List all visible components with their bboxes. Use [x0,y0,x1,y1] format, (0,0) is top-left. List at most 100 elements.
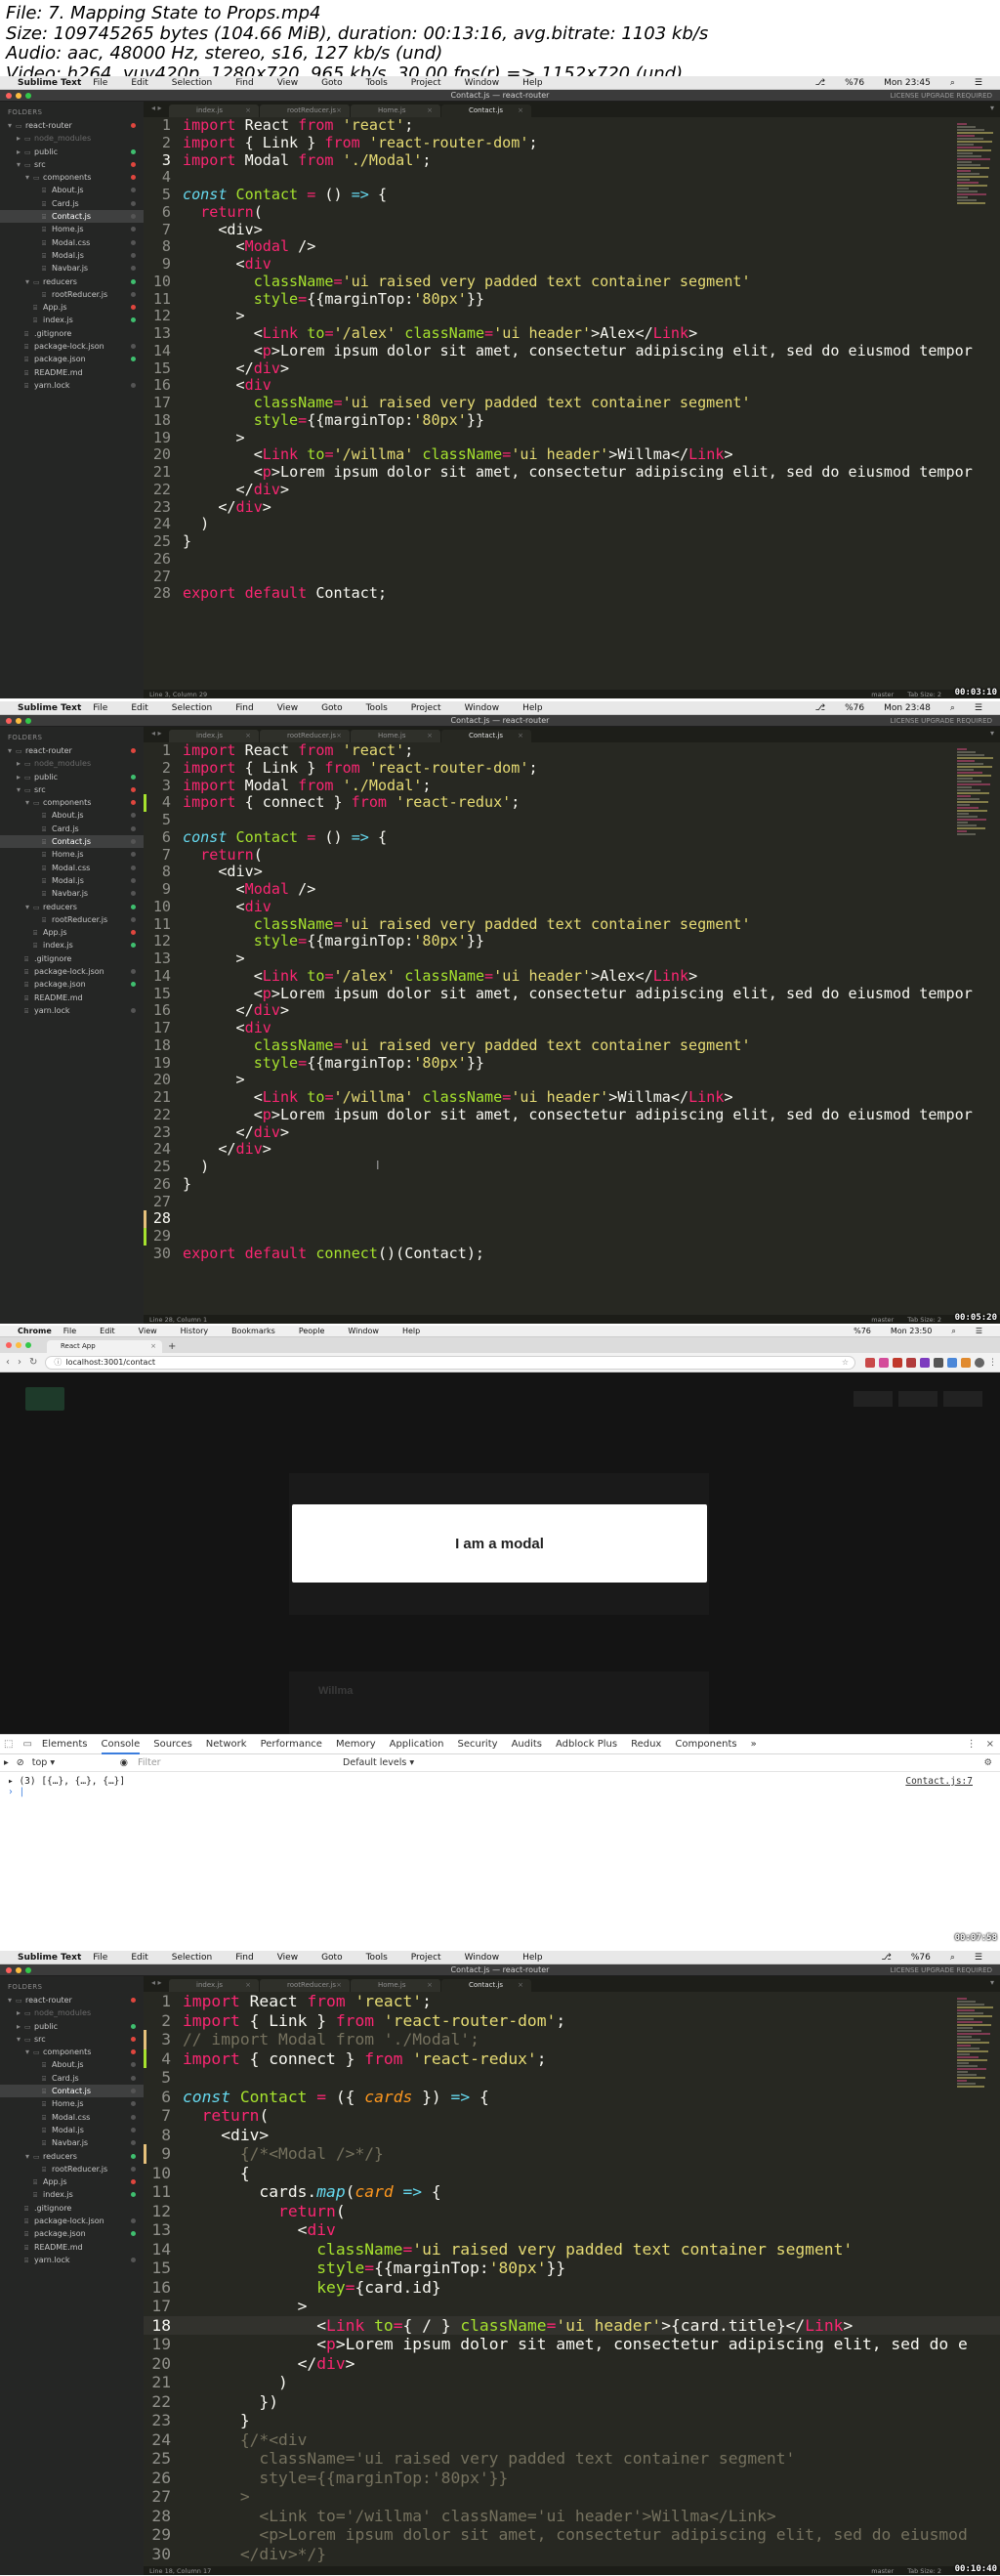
nav-link[interactable] [943,1391,982,1407]
editor-tab[interactable]: rootReducer.js × [260,1979,350,1992]
spotlight-icon[interactable]: ⌕ [950,78,955,88]
code-line[interactable]: 25} [144,532,1000,551]
code-line[interactable]: 9 <Modal /> [144,880,1000,899]
tab-dropdown-icon[interactable]: ▾ [990,729,994,738]
profile-icon[interactable] [975,1357,984,1368]
minimize-window-icon[interactable] [16,93,21,99]
clock[interactable]: Mon 23:45 [884,78,931,88]
close-tab-icon[interactable]: × [150,1340,156,1353]
code-line[interactable]: 21 ) [144,2373,1000,2392]
code-line[interactable]: 4 [144,168,1000,187]
sidebar-item[interactable]: ⌸ Navbar.js [0,2136,144,2149]
code-line[interactable]: 6 const Contact = () => { [144,828,1000,847]
sidebar-item[interactable]: ⌸ index.js [0,314,144,326]
menubar-item[interactable]: File [93,703,107,713]
faint-card-title[interactable]: Willma [318,1685,353,1697]
code-line[interactable]: 17 <div [144,1019,1000,1037]
code-line[interactable]: 4 import { connect } from 'react-redux'; [144,793,1000,812]
devtools-tab[interactable]: Adblock Plus [556,1739,617,1750]
sidebar-item[interactable]: ▾ ▭ components [0,2046,144,2058]
code-line[interactable]: 12 > [144,307,1000,325]
code-line[interactable]: 15 </div> [144,359,1000,378]
menubar-item[interactable]: Find [235,703,253,713]
code-line[interactable]: 16 </div> [144,1001,1000,1020]
branch-icon[interactable]: ⎇ [815,703,825,713]
close-tab-icon[interactable]: × [245,1979,251,1992]
code-line[interactable]: 7 return( [144,2106,1000,2126]
device-toolbar-icon[interactable]: ▭ [22,1739,31,1750]
filter-input[interactable]: Filter [138,1757,343,1768]
sidebar-item[interactable]: ⌸ package-lock.json [0,2215,144,2227]
clock[interactable]: Mon 23:48 [884,703,931,713]
code-line[interactable]: 7 return( [144,846,1000,865]
devtools-tab[interactable]: Audits [512,1739,542,1750]
clock[interactable]: Mon 23:50 [891,1327,932,1336]
battery-indicator[interactable]: %76 [845,703,864,713]
code-line[interactable]: 20 > [144,1071,1000,1089]
code-line[interactable]: 22 <p>Lorem ipsum dolor sit amet, consec… [144,1106,1000,1124]
code-line[interactable]: 2 import { Link } from 'react-router-dom'… [144,759,1000,778]
code-line[interactable]: 26 style={{marginTop:'80px'}} [144,2469,1000,2488]
close-window-icon[interactable] [6,718,12,724]
editor-tab[interactable]: index.js × [169,1979,259,1992]
code-line[interactable]: 30 export default connect()(Contact); [144,1245,1000,1263]
minimap[interactable] [957,123,994,205]
console-source-link[interactable]: Contact.js:7 [905,1776,973,1787]
code-line[interactable]: 24 ) [144,515,1000,533]
code-line[interactable]: 24 {/*<div [144,2430,1000,2450]
sidebar-item[interactable]: ⌸ package.json [0,978,144,991]
sidebar-item[interactable]: ⌸ Card.js [0,197,144,210]
close-tab-icon[interactable]: × [518,105,523,117]
code-line[interactable]: 20 </div> [144,2354,1000,2374]
code-line[interactable]: 19 style={{marginTop:'80px'}} [144,1054,1000,1073]
sidebar-item[interactable]: ⌸ Modal.js [0,2124,144,2136]
code-line[interactable]: 3 import Modal from './Modal'; [144,777,1000,795]
menubar-item[interactable]: Selection [172,78,212,88]
close-window-icon[interactable] [6,1342,12,1348]
code-line[interactable]: 10 <div [144,898,1000,916]
code-line[interactable]: 21 <Link to='/willma' className='ui head… [144,1088,1000,1107]
tab-size[interactable]: Tab Size: 2 [907,2567,941,2575]
devtools-tab[interactable]: Sources [153,1739,192,1750]
disclosure-icon[interactable]: ▾ [17,783,24,796]
disclosure-icon[interactable]: ▾ [17,2033,24,2046]
code-line[interactable]: 5 [144,811,1000,829]
code-line[interactable]: 14 <p>Lorem ipsum dolor sit amet, consec… [144,342,1000,360]
sidebar-item[interactable]: ⌸ rootReducer.js [0,913,144,926]
extension-icon[interactable] [920,1357,930,1368]
code-line[interactable]: 23 </div> [144,498,1000,517]
sidebar-item[interactable]: ▸ ▭ public [0,146,144,158]
code-line[interactable]: 28 export default Contact; [144,584,1000,603]
license-notice[interactable]: LICENSE UPGRADE REQUIRED [891,92,992,100]
code-line[interactable]: 18 className='ui raised very padded text… [144,1036,1000,1055]
code-line[interactable]: 10 { [144,2164,1000,2183]
sidebar-item[interactable]: ⌸ .gitignore [0,327,144,340]
battery-indicator[interactable]: %76 [845,78,864,88]
menubar-item[interactable]: Selection [172,1953,212,1963]
sidebar-item[interactable]: ⌸ Navbar.js [0,262,144,274]
menubar-item[interactable]: View [277,78,298,88]
sidebar-item[interactable]: ⌸ About.js [0,2058,144,2071]
menubar-item[interactable]: Tools [366,78,388,88]
sidebar-item[interactable]: ▾ ▭ components [0,796,144,809]
sidebar-item[interactable]: ⌸ package.json [0,2227,144,2240]
code-line[interactable]: 25 className='ui raised very padded text… [144,2449,1000,2469]
branch-icon[interactable]: ⎇ [815,78,825,88]
devtools-tab[interactable]: Elements [42,1739,88,1750]
sidebar-item[interactable]: ⌸ App.js [0,2175,144,2188]
zoom-window-icon[interactable] [25,1967,31,1973]
nav-link[interactable] [854,1391,893,1407]
devtools-tab[interactable]: Performance [261,1739,322,1750]
code-line[interactable]: 2 import { Link } from 'react-router-dom'… [144,134,1000,152]
menubar-item[interactable]: Goto [321,1953,343,1963]
menubar-item[interactable]: History [181,1327,208,1335]
sidebar-item[interactable]: ⌸ About.js [0,809,144,822]
sidebar-item[interactable]: ⌸ About.js [0,184,144,196]
menubar-item[interactable]: Edit [100,1327,115,1335]
menubar-item[interactable]: Window [465,78,500,88]
sidebar-item[interactable]: ▾ ▭ react-router [0,1994,144,2006]
sidebar-item[interactable]: ⌸ App.js [0,301,144,314]
devtools-tab[interactable]: Console [101,1735,141,1754]
menu-icon[interactable]: ☰ [975,78,982,88]
tab-dropdown-icon[interactable]: ▾ [990,104,994,112]
